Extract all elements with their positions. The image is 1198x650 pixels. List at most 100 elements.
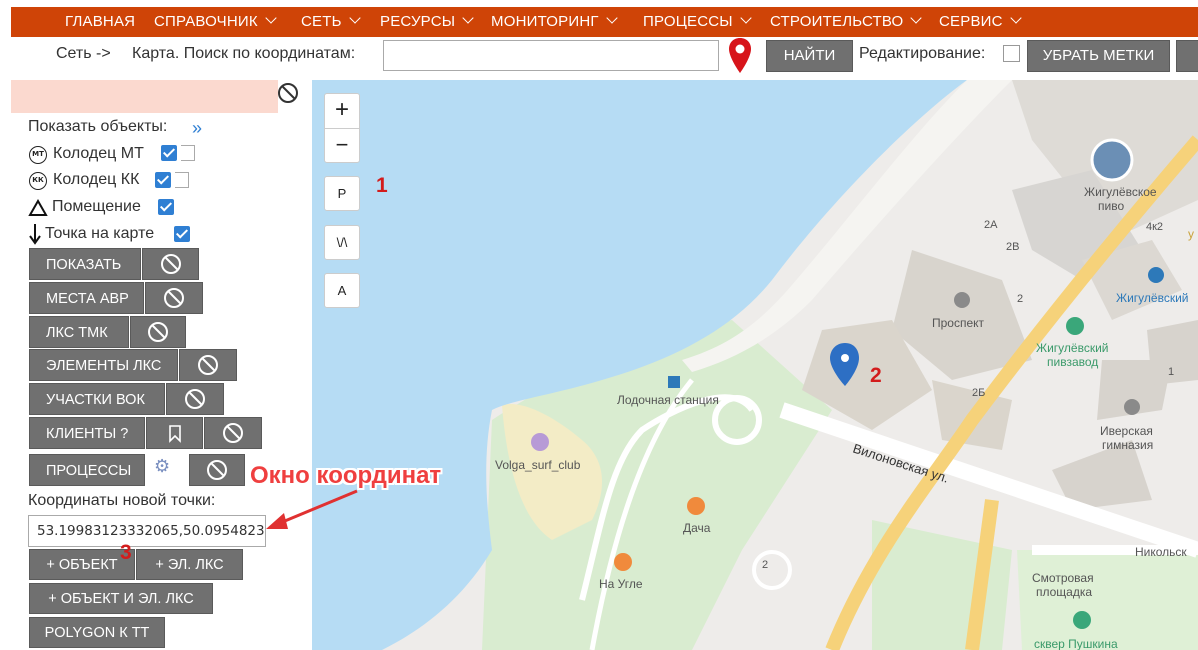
edit-label: Редактирование:: [859, 45, 986, 62]
map-label: На Угле: [599, 577, 643, 591]
overflow-button[interactable]: [1176, 40, 1198, 72]
map-label: 2В: [1006, 241, 1019, 253]
nav-item-label: СЕТЬ: [301, 13, 342, 30]
layer-checkbox-well-mt[interactable]: [161, 145, 177, 161]
gear-icon[interactable]: ⚙: [154, 456, 170, 477]
clear-selection-icon[interactable]: [278, 83, 298, 103]
map-label: 2А: [984, 219, 998, 231]
chevron-down-icon: [1010, 12, 1022, 24]
chevron-down-icon: [740, 12, 752, 24]
coord-search-input[interactable]: [383, 40, 719, 71]
nav-item-construction[interactable]: СТРОИТЕЛЬСТВО: [770, 7, 923, 37]
vok-clear-button[interactable]: [166, 383, 224, 415]
map-label: пивзавод: [1047, 355, 1098, 369]
nav-item-label: СТРОИТЕЛЬСТВО: [770, 13, 904, 30]
map-mode-a-button[interactable]: A: [324, 273, 360, 308]
clear-icon: [164, 288, 184, 308]
add-el-lks-button[interactable]: + ЭЛ. ЛКС: [136, 549, 243, 580]
zoom-control: + −: [324, 93, 360, 163]
nav-item-network[interactable]: СЕТЬ: [301, 7, 361, 37]
map-mode-p-button[interactable]: P: [324, 176, 360, 211]
well-kk-badge-icon: КК: [29, 172, 47, 190]
avr-clear-button[interactable]: [145, 282, 203, 314]
map-label: площадка: [1036, 585, 1092, 599]
nav-item-monitoring[interactable]: МОНИТОРИНГ: [491, 7, 618, 37]
nav-item-resources[interactable]: РЕСУРСЫ: [380, 7, 474, 37]
map-label: 4к2: [1146, 221, 1163, 233]
layer-toggle-well-mt[interactable]: [181, 145, 195, 161]
lks-elements-clear-button[interactable]: [179, 349, 237, 381]
layer-label-well-kk: Колодец КК: [53, 171, 140, 188]
layer-checkbox-well-kk[interactable]: [155, 172, 171, 188]
layer-checkbox-premises[interactable]: [158, 199, 174, 215]
clear-icon: [198, 355, 218, 375]
layer-checkbox-map-point[interactable]: [174, 226, 190, 242]
triangle-icon: [28, 199, 48, 216]
selection-bar[interactable]: [11, 80, 278, 113]
annotation-number-1: 1: [376, 174, 388, 197]
map-label: пиво: [1098, 199, 1124, 213]
nav-item-label: РЕСУРСЫ: [380, 13, 456, 30]
clients-clear-button[interactable]: [204, 417, 262, 449]
edit-checkbox[interactable]: [1003, 45, 1020, 62]
map-label: Жигулёвский: [1116, 291, 1188, 305]
bookmark-icon: [169, 425, 181, 443]
map-label: Дача: [683, 521, 711, 535]
map-canvas[interactable]: Жигулёвское пиво Жигулёвский Проспект Жи…: [312, 80, 1198, 650]
annotation-number-2: 2: [870, 364, 882, 387]
processes-clear-button[interactable]: [189, 454, 245, 486]
layer-label-map-point: Точка на карте: [45, 225, 155, 242]
find-button[interactable]: НАЙТИ: [766, 40, 853, 72]
map-label: гимназия: [1102, 438, 1153, 452]
show-button[interactable]: ПОКАЗАТЬ: [29, 248, 141, 280]
map-tiles: Жигулёвское пиво Жигулёвский Проспект Жи…: [312, 80, 1198, 650]
map-label: Жигулёвский: [1036, 341, 1108, 355]
new-point-coords-input[interactable]: 53.19983123332065,50.09548231: [28, 515, 266, 547]
zoom-in-button[interactable]: +: [325, 94, 359, 129]
nav-item-label: СЕРВИС: [939, 13, 1003, 30]
nav-item-processes[interactable]: ПРОЦЕССЫ: [643, 7, 752, 37]
avr-places-button[interactable]: МЕСТА АВР: [29, 282, 144, 314]
nav-item-home[interactable]: ГЛАВНАЯ: [65, 7, 135, 37]
chevron-down-icon: [348, 12, 361, 24]
map-pin-icon[interactable]: [727, 37, 753, 75]
chevron-down-icon: [265, 12, 277, 24]
layer-toggle-well-kk[interactable]: [175, 172, 189, 188]
layer-label-well-mt: Колодец МТ: [53, 145, 144, 162]
nav-item-service[interactable]: СЕРВИС: [939, 7, 1022, 37]
processes-button[interactable]: ПРОЦЕССЫ: [29, 454, 145, 486]
remove-marks-button[interactable]: УБРАТЬ МЕТКИ: [1027, 40, 1170, 72]
lks-elements-button[interactable]: ЭЛЕМЕНТЫ ЛКС: [29, 349, 178, 381]
map-label: Никольск: [1135, 545, 1187, 559]
chevron-down-icon: [462, 12, 474, 24]
add-object-and-lks-button[interactable]: + ОБЪЕКТ И ЭЛ. ЛКС: [29, 583, 213, 614]
map-label: Жигулёвское: [1084, 185, 1157, 199]
map-mode-line-button[interactable]: \/\: [324, 225, 360, 260]
map-label: 2: [1017, 293, 1023, 305]
map-label: Иверская: [1100, 424, 1153, 438]
main-nav: ГЛАВНАЯ СПРАВОЧНИК СЕТЬ РЕСУРСЫ МОНИТОРИ…: [11, 7, 1198, 37]
nav-item-directory[interactable]: СПРАВОЧНИК: [154, 7, 277, 37]
map-label: 1: [1168, 366, 1174, 378]
map-label: у: [1188, 227, 1194, 241]
map-label: Лодочная станция: [617, 393, 719, 407]
vok-sections-button[interactable]: УЧАСТКИ ВОК: [29, 383, 165, 415]
well-mt-badge-icon: МТ: [29, 146, 47, 164]
map-label: сквер Пушкина: [1034, 637, 1118, 650]
nav-item-label: ПРОЦЕССЫ: [643, 13, 733, 30]
expand-objects-icon[interactable]: »: [192, 118, 202, 139]
chevron-down-icon: [606, 12, 618, 24]
show-objects-label: Показать объекты:: [28, 118, 168, 135]
lks-tmk-button[interactable]: ЛКС ТМК: [29, 316, 129, 348]
zoom-out-button[interactable]: −: [325, 129, 359, 163]
show-clear-button[interactable]: [142, 248, 199, 280]
map-label: 2Б: [972, 387, 985, 399]
clients-bookmark-button[interactable]: [146, 417, 203, 449]
map-label: Volga_surf_club: [495, 458, 581, 472]
breadcrumb: Сеть ->: [56, 45, 111, 62]
clear-icon: [185, 389, 205, 409]
clients-button[interactable]: КЛИЕНТЫ ?: [29, 417, 145, 449]
arrow-down-icon: [29, 224, 41, 245]
lks-tmk-clear-button[interactable]: [130, 316, 186, 348]
polygon-button[interactable]: POLYGON К ТТ: [29, 617, 165, 648]
